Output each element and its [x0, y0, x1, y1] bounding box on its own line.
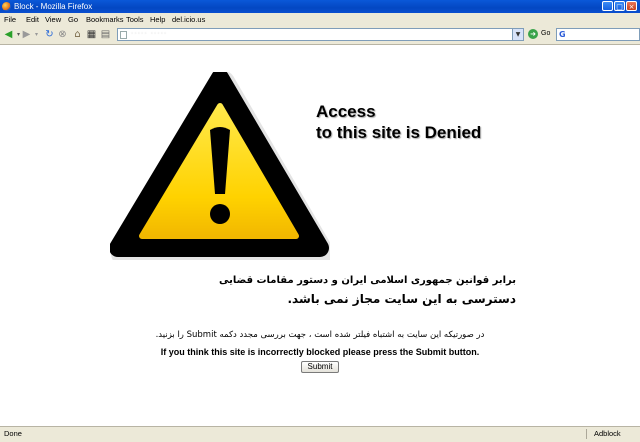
menu-bookmarks[interactable]: Bookmarks: [86, 13, 124, 26]
forward-dropdown-icon[interactable]: ▾: [31, 29, 42, 40]
menu-file[interactable]: File: [4, 13, 16, 26]
menu-edit[interactable]: Edit: [26, 13, 39, 26]
persian-instruction: در صورتيکه اين سايت به اشتباه فيلتر شده …: [155, 330, 485, 340]
adblock-status[interactable]: Adblock: [594, 427, 621, 441]
navigation-toolbar: ◀ ▾ ▶ ▾ ↻ ⊗ ⌂ ▦ ▤ ····· ····· ▼ ➜ Go G: [0, 26, 640, 45]
persian-notice-line-2: دسترسی به اين سايت مجاز نمی باشد.: [287, 292, 516, 306]
submit-button[interactable]: Submit: [301, 361, 339, 373]
headline-line-1: Access: [316, 102, 376, 121]
menu-delicious[interactable]: del.icio.us: [172, 13, 205, 26]
menu-bar: File Edit View Go Bookmarks Tools Help d…: [0, 13, 640, 26]
status-divider: [586, 429, 587, 439]
page-title: Access to this site is Denied: [316, 101, 481, 143]
title-bar: Block - Mozilla Firefox _ □ ×: [0, 0, 640, 13]
reload-icon[interactable]: ↻: [44, 29, 55, 40]
go-button-label[interactable]: Go: [541, 30, 550, 37]
status-text: Done: [4, 429, 22, 438]
google-icon[interactable]: G: [559, 30, 566, 39]
url-bar[interactable]: ····· ····· ▼: [117, 28, 524, 41]
menu-go[interactable]: Go: [68, 13, 78, 26]
page-icon: [120, 31, 127, 39]
menu-tools[interactable]: Tools: [126, 13, 144, 26]
menu-help[interactable]: Help: [150, 13, 165, 26]
menu-view[interactable]: View: [45, 13, 61, 26]
status-bar: Done Adblock: [0, 426, 640, 442]
home-icon[interactable]: ⌂: [72, 29, 83, 40]
bookmark-icon[interactable]: ▦: [86, 29, 97, 40]
english-instruction: If you think this site is incorrectly bl…: [160, 347, 480, 357]
search-input[interactable]: G: [556, 28, 640, 41]
minimize-button[interactable]: _: [602, 1, 613, 11]
firefox-icon: [2, 2, 11, 11]
url-text[interactable]: ····· ·····: [131, 30, 167, 37]
print-icon[interactable]: ▤: [100, 29, 111, 40]
window-title: Block - Mozilla Firefox: [14, 2, 93, 11]
maximize-button[interactable]: □: [614, 1, 625, 11]
url-dropdown-icon[interactable]: ▼: [512, 29, 523, 40]
stop-icon[interactable]: ⊗: [57, 29, 68, 40]
persian-notice-line-1: برابر قوانين جمهوری اسلامی ايران و دستور…: [218, 275, 516, 286]
headline-line-2: to this site is Denied: [316, 123, 482, 142]
window-controls: _ □ ×: [602, 1, 637, 11]
page-content: Access to this site is Denied برابر قوان…: [0, 45, 640, 426]
warning-icon: [110, 72, 330, 260]
close-button[interactable]: ×: [626, 1, 637, 11]
go-icon[interactable]: ➜: [528, 29, 538, 39]
